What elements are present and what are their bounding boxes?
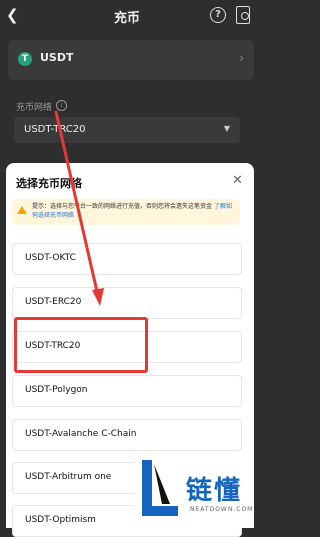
annotation-arrow <box>54 110 104 306</box>
watermark-name: 链懂 <box>186 476 243 506</box>
watermark-domain: NEATDOWN.COM <box>190 506 254 513</box>
watermark: 链懂 NEATDOWN.COM <box>134 454 254 528</box>
watermark-logo-icon <box>142 460 178 516</box>
highlight-box <box>14 317 148 373</box>
